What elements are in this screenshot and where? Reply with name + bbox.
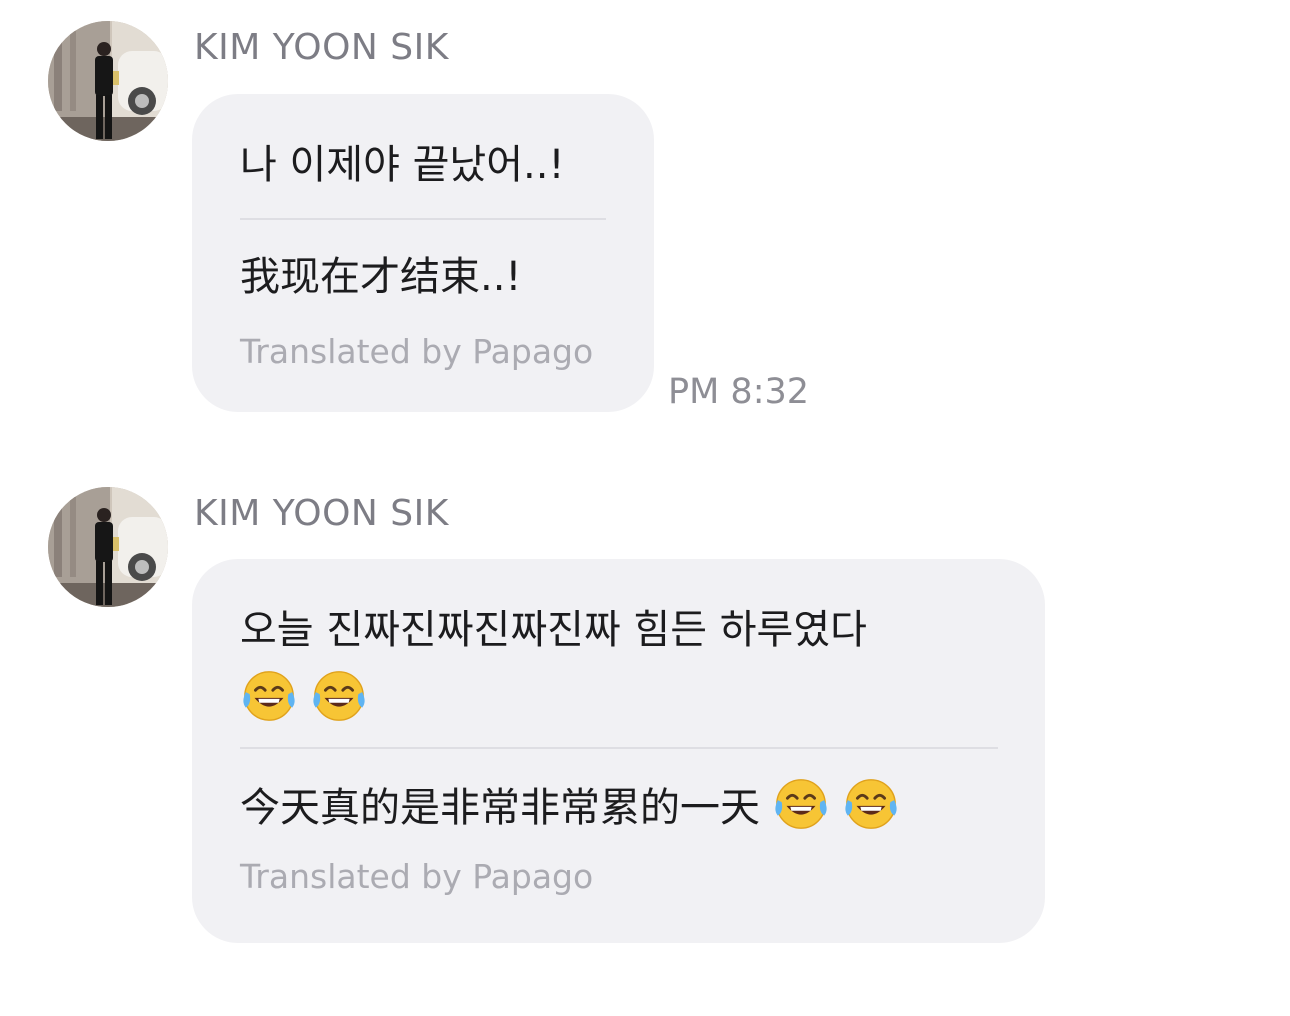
- divider: [240, 747, 998, 749]
- original-emoji-row: [240, 663, 999, 729]
- sender-avatar[interactable]: [48, 487, 168, 607]
- face-with-tears-of-joy-icon: [310, 667, 368, 725]
- avatar-photo-icon: [48, 487, 168, 607]
- face-with-tears-of-joy-icon: [842, 775, 900, 833]
- sender-name: KIM YOON SIK: [194, 493, 449, 534]
- original-text: 오늘 진짜진짜진짜진짜 힘든 하루였다: [240, 607, 867, 653]
- translated-text-content: 今天真的是非常非常累的一天: [240, 785, 760, 831]
- translated-text: 今天真的是非常非常累的一天: [240, 775, 999, 841]
- translated-by-label: Translated by Papago: [240, 857, 594, 896]
- message-bubble[interactable]: 오늘 진짜진짜진짜진짜 힘든 하루였다 今天真的是非常非常累的一天 Transl…: [192, 559, 1045, 943]
- face-with-tears-of-joy-icon: [772, 775, 830, 833]
- chat-message-2: KIM YOON SIK 오늘 진짜진짜진짜진짜 힘든 하루였다 今天真的是非常…: [0, 0, 1290, 1016]
- face-with-tears-of-joy-icon: [240, 667, 298, 725]
